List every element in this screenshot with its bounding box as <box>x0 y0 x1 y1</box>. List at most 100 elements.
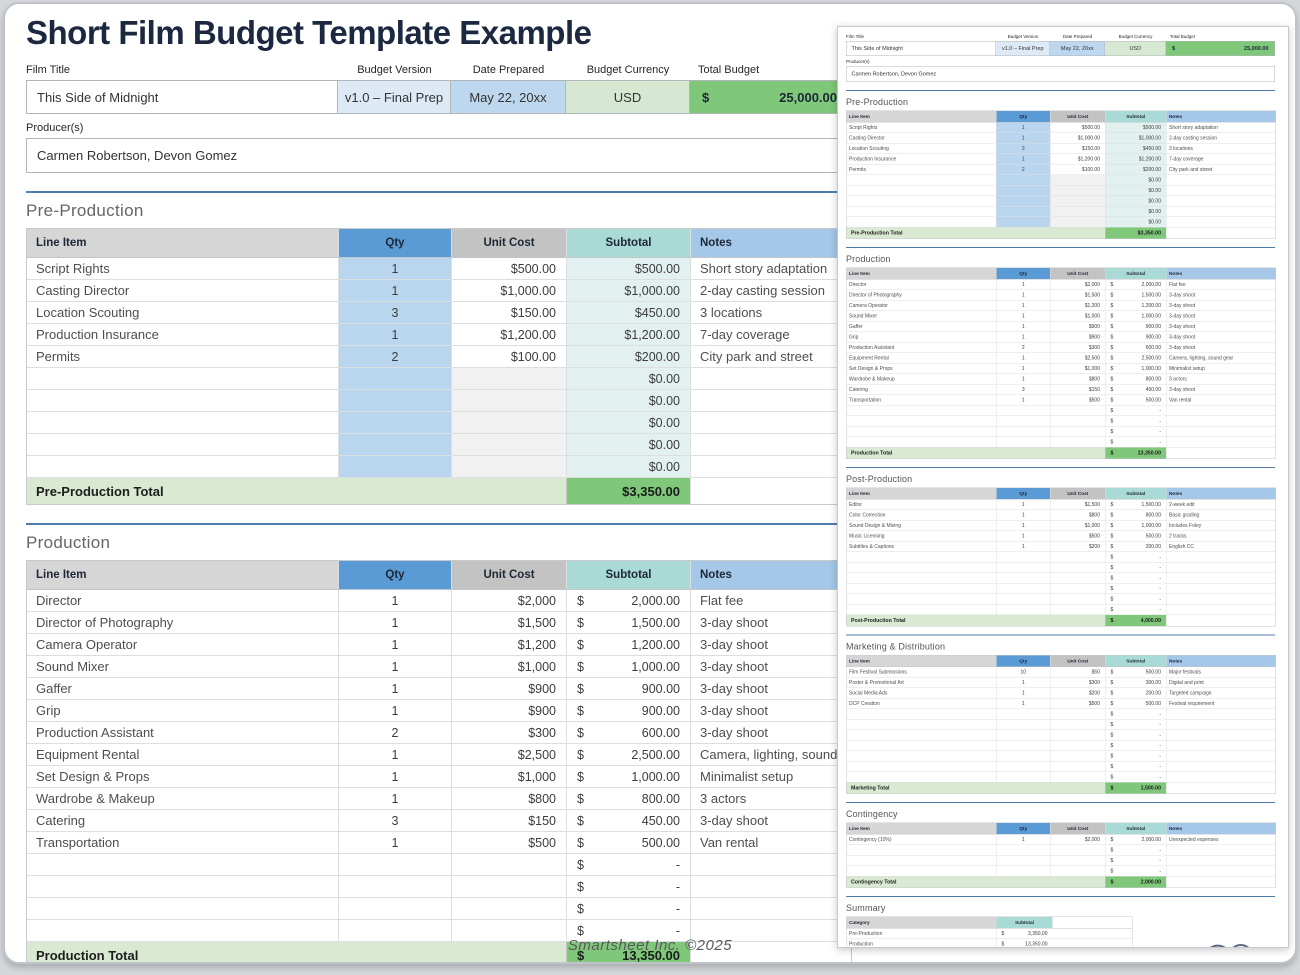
cell-notes[interactable]: Short story adaptation <box>691 258 851 279</box>
cell-unit-cost[interactable] <box>452 898 567 919</box>
cell-subtotal[interactable]: $- <box>567 876 691 897</box>
cell-subtotal[interactable]: $450.00 <box>567 810 691 831</box>
cell-unit-cost[interactable] <box>452 456 567 477</box>
cell-qty[interactable]: 3 <box>339 810 452 831</box>
cell-subtotal[interactable]: $0.00 <box>567 412 691 433</box>
cell-qty[interactable]: 1 <box>339 700 452 721</box>
cell-qty[interactable] <box>339 368 452 389</box>
template-preview-panel[interactable]: Film Title Budget Version Date Prepared … <box>837 26 1289 948</box>
cell-line-item[interactable]: Director of Photography <box>27 612 339 633</box>
cell-unit-cost[interactable]: $100.00 <box>452 346 567 367</box>
cell-unit-cost[interactable]: $2,500 <box>452 744 567 765</box>
cell-subtotal[interactable]: $1,500.00 <box>567 612 691 633</box>
cell-line-item[interactable]: Grip <box>27 700 339 721</box>
cell-qty[interactable] <box>339 434 452 455</box>
cell-unit-cost[interactable]: $900 <box>452 700 567 721</box>
cell-qty[interactable] <box>339 390 452 411</box>
cell-qty[interactable]: 1 <box>339 832 452 853</box>
cell-notes[interactable] <box>691 412 851 433</box>
cell-qty[interactable] <box>339 898 452 919</box>
cell-qty[interactable]: 1 <box>339 788 452 809</box>
cell-notes[interactable]: City park and street <box>691 346 851 367</box>
cell-notes[interactable]: Minimalist setup <box>691 766 851 787</box>
date-prepared-field[interactable]: May 22, 20xx <box>450 80 566 114</box>
cell-unit-cost[interactable]: $900 <box>452 678 567 699</box>
cell-notes[interactable]: 3-day shoot <box>691 700 851 721</box>
cell-subtotal[interactable]: $0.00 <box>567 456 691 477</box>
cell-qty[interactable] <box>339 854 452 875</box>
budget-currency-field[interactable]: USD <box>565 80 690 114</box>
cell-notes[interactable]: Van rental <box>691 832 851 853</box>
cell-subtotal[interactable]: $500.00 <box>567 258 691 279</box>
cell-unit-cost[interactable] <box>452 854 567 875</box>
cell-subtotal[interactable]: $2,000.00 <box>567 590 691 611</box>
cell-unit-cost[interactable]: $150 <box>452 810 567 831</box>
cell-line-item[interactable] <box>27 456 339 477</box>
cell-unit-cost[interactable]: $150.00 <box>452 302 567 323</box>
cell-line-item[interactable] <box>27 390 339 411</box>
cell-line-item[interactable]: Production Insurance <box>27 324 339 345</box>
cell-line-item[interactable]: Gaffer <box>27 678 339 699</box>
cell-notes[interactable]: 3-day shoot <box>691 810 851 831</box>
producers-field[interactable]: Carmen Robertson, Devon Gomez <box>26 138 850 173</box>
cell-subtotal[interactable]: $800.00 <box>567 788 691 809</box>
cell-qty[interactable]: 3 <box>339 302 452 323</box>
cell-qty[interactable] <box>339 876 452 897</box>
cell-unit-cost[interactable]: $1,000.00 <box>452 280 567 301</box>
film-title-field[interactable]: This Side of Midnight <box>26 80 338 114</box>
cell-unit-cost[interactable]: $1,500 <box>452 612 567 633</box>
cell-line-item[interactable] <box>27 898 339 919</box>
cell-qty[interactable] <box>339 412 452 433</box>
cell-notes[interactable] <box>691 854 851 875</box>
cell-subtotal[interactable]: $1,200.00 <box>567 324 691 345</box>
cell-subtotal[interactable]: $900.00 <box>567 678 691 699</box>
cell-unit-cost[interactable] <box>452 390 567 411</box>
cell-subtotal[interactable]: $1,000.00 <box>567 280 691 301</box>
cell-line-item[interactable]: Transportation <box>27 832 339 853</box>
cell-notes[interactable]: 3-day shoot <box>691 612 851 633</box>
cell-qty[interactable]: 2 <box>339 346 452 367</box>
cell-unit-cost[interactable]: $500 <box>452 832 567 853</box>
cell-qty[interactable]: 1 <box>339 590 452 611</box>
cell-unit-cost[interactable]: $800 <box>452 788 567 809</box>
cell-line-item[interactable] <box>27 368 339 389</box>
cell-subtotal[interactable]: $0.00 <box>567 390 691 411</box>
cell-qty[interactable] <box>339 456 452 477</box>
cell-subtotal[interactable]: $- <box>567 898 691 919</box>
cell-subtotal[interactable]: $0.00 <box>567 368 691 389</box>
cell-notes[interactable] <box>691 456 851 477</box>
cell-line-item[interactable]: Script Rights <box>27 258 339 279</box>
cell-notes[interactable]: 2-day casting session <box>691 280 851 301</box>
cell-notes[interactable] <box>691 434 851 455</box>
cell-notes[interactable] <box>691 368 851 389</box>
budget-version-field[interactable]: v1.0 – Final Prep <box>337 80 451 114</box>
cell-notes[interactable]: 3-day shoot <box>691 678 851 699</box>
cell-unit-cost[interactable] <box>452 434 567 455</box>
cell-qty[interactable]: 2 <box>339 722 452 743</box>
cell-line-item[interactable] <box>27 876 339 897</box>
cell-unit-cost[interactable]: $1,200.00 <box>452 324 567 345</box>
cell-notes[interactable] <box>691 876 851 897</box>
cell-unit-cost[interactable]: $300 <box>452 722 567 743</box>
cell-line-item[interactable]: Sound Mixer <box>27 656 339 677</box>
cell-qty[interactable]: 1 <box>339 678 452 699</box>
cell-notes[interactable]: 3-day shoot <box>691 634 851 655</box>
cell-notes[interactable]: Camera, lighting, sound gear <box>691 744 851 765</box>
cell-subtotal[interactable]: $2,500.00 <box>567 744 691 765</box>
cell-qty[interactable]: 1 <box>339 258 452 279</box>
cell-subtotal[interactable]: $200.00 <box>567 346 691 367</box>
cell-line-item[interactable] <box>27 434 339 455</box>
cell-line-item[interactable]: Set Design & Props <box>27 766 339 787</box>
cell-notes[interactable]: Flat fee <box>691 590 851 611</box>
cell-qty[interactable]: 1 <box>339 744 452 765</box>
cell-qty[interactable]: 1 <box>339 280 452 301</box>
cell-notes[interactable]: 3 actors <box>691 788 851 809</box>
cell-subtotal[interactable]: $500.00 <box>567 832 691 853</box>
cell-subtotal[interactable]: $600.00 <box>567 722 691 743</box>
cell-line-item[interactable]: Catering <box>27 810 339 831</box>
cell-line-item[interactable]: Production Assistant <box>27 722 339 743</box>
cell-unit-cost[interactable]: $1,000 <box>452 656 567 677</box>
cell-unit-cost[interactable]: $1,000 <box>452 766 567 787</box>
cell-unit-cost[interactable] <box>452 876 567 897</box>
cell-line-item[interactable]: Location Scouting <box>27 302 339 323</box>
